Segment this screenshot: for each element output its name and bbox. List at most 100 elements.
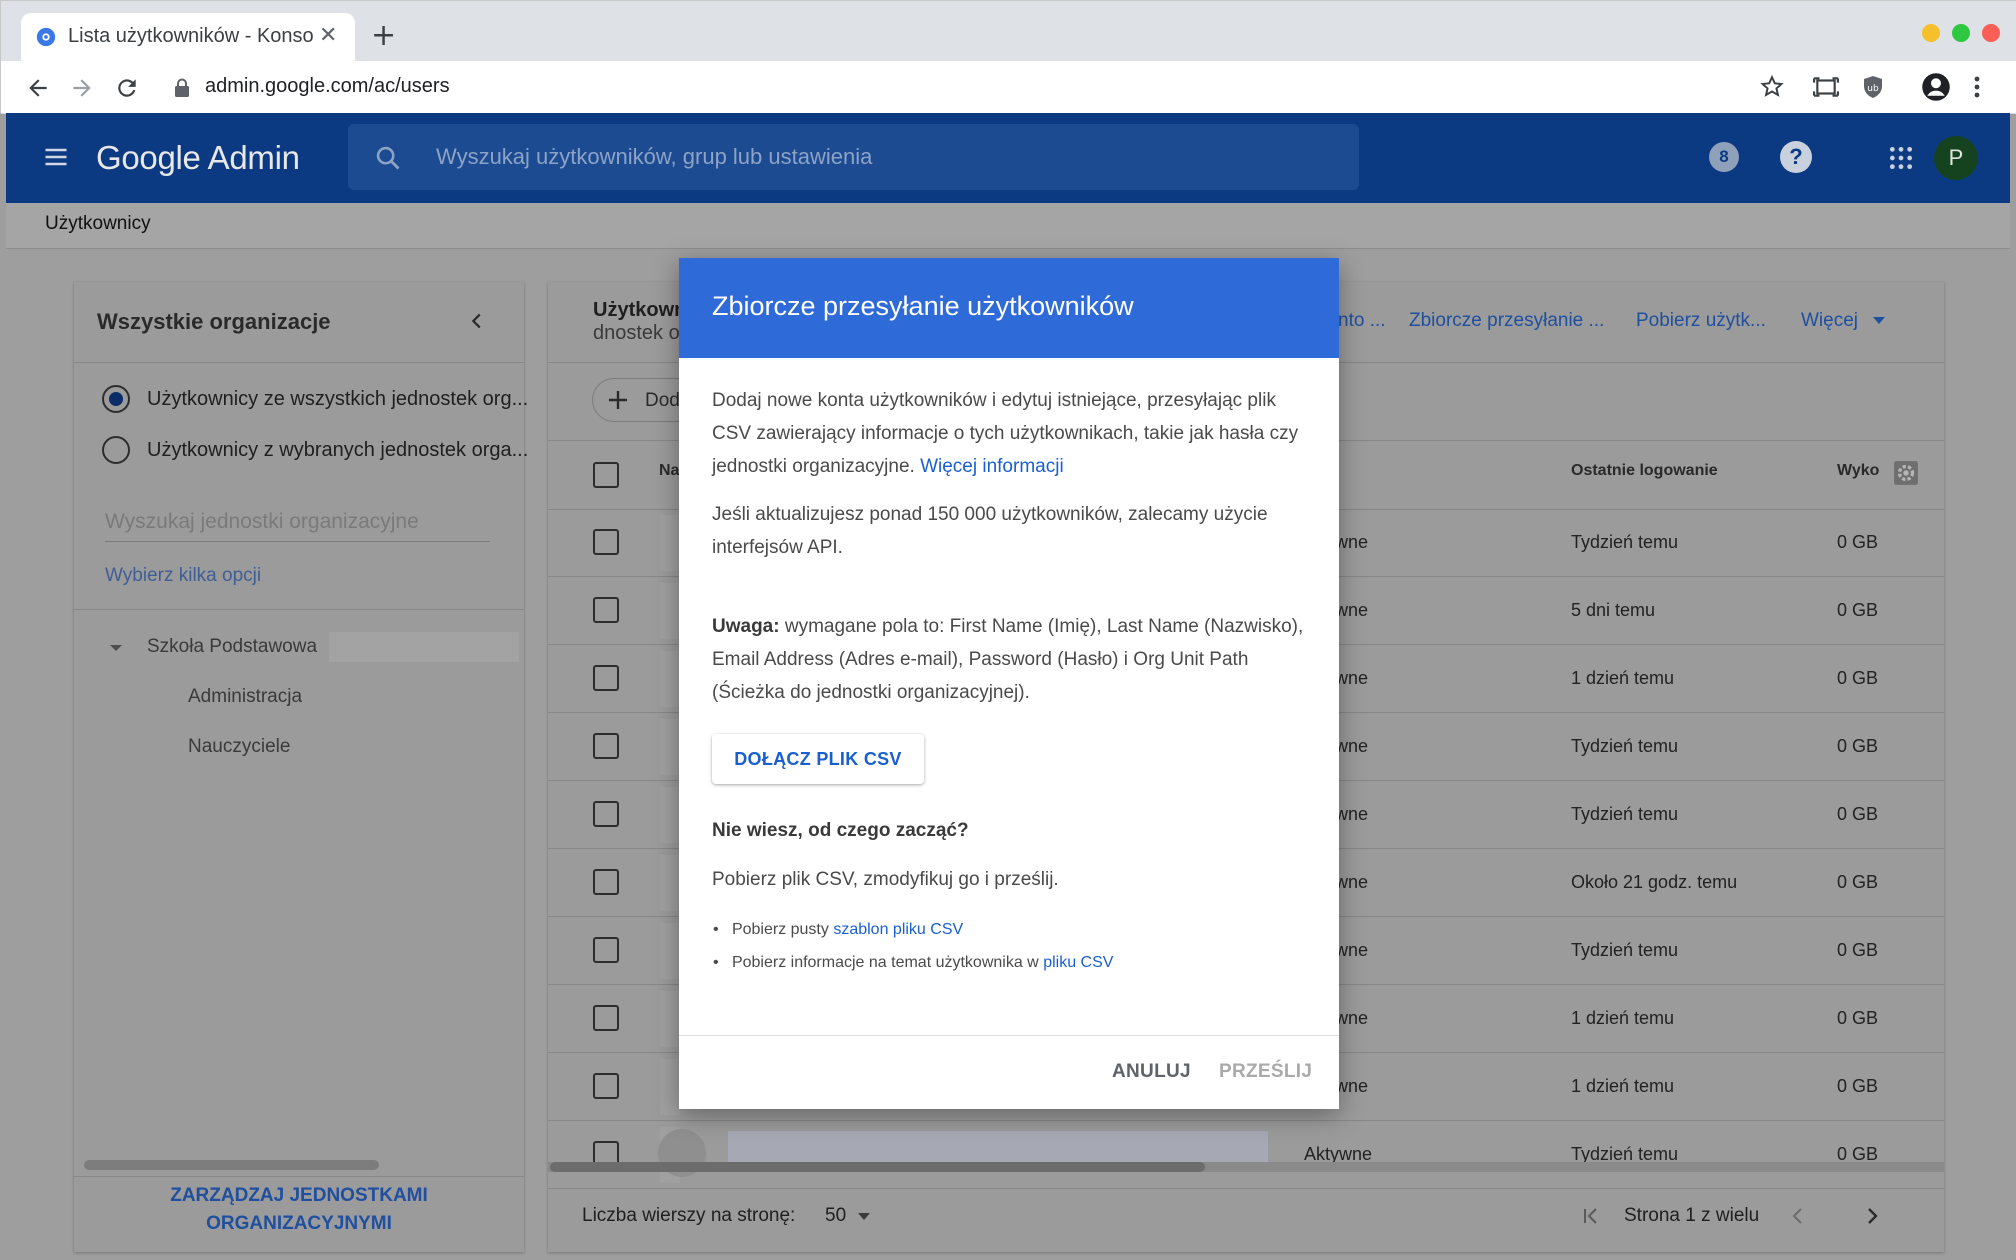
org-unit-search-input[interactable]: Wyszukaj jednostki organizacyjne xyxy=(105,510,419,534)
last-login-cell: 1 dzień temu xyxy=(1571,668,1675,688)
manage-org-units-button-line2[interactable]: ORGANIZACYJNYMI xyxy=(74,1213,524,1235)
column-header-last-login[interactable]: Ostatnie logowanie xyxy=(1571,462,1718,480)
shield-extension-icon[interactable]: ub xyxy=(1861,74,1885,100)
search-bar[interactable]: Wyszukaj użytkowników, grup lub ustawien… xyxy=(348,124,1359,190)
blurred-avatar xyxy=(660,923,680,979)
next-page-icon[interactable] xyxy=(1860,1204,1884,1228)
dialog-footer-divider xyxy=(679,1035,1339,1036)
hamburger-menu-icon[interactable] xyxy=(42,143,70,171)
download-users-link[interactable]: Pobierz użytk... xyxy=(1636,310,1766,332)
radio-selected-units[interactable] xyxy=(102,436,130,464)
avatar[interactable]: P xyxy=(1934,136,1978,180)
manage-org-units-button[interactable]: ZARZĄDZAJ JEDNOSTKAMI xyxy=(74,1185,524,1207)
usage-cell: 0 GB xyxy=(1837,532,1879,552)
star-bookmark-icon[interactable] xyxy=(1759,74,1785,100)
radio-all-units-label[interactable]: Użytkownicy ze wszystkich jednostek org.… xyxy=(147,388,528,411)
action-link-1[interactable]: nto ... xyxy=(1338,310,1386,332)
row-checkbox[interactable] xyxy=(593,1073,619,1099)
help-heading: Nie wiesz, od czego zacząć? xyxy=(712,820,969,841)
forward-arrow-icon[interactable] xyxy=(69,75,95,101)
status-cell: wne xyxy=(1335,940,1369,960)
warning-text: wymagane pola to: First Name (Imię), Las… xyxy=(712,616,1304,703)
last-login-cell: 1 dzień temu xyxy=(1571,1076,1675,1096)
row-checkbox[interactable] xyxy=(593,529,619,555)
table-row[interactable]: Aktywne Tydzień temu 0 GB xyxy=(548,1121,1944,1189)
blurred-avatar xyxy=(660,515,680,571)
usage-cell: 0 GB xyxy=(1837,940,1879,960)
row-checkbox[interactable] xyxy=(593,869,619,895)
address-bar[interactable]: admin.google.com/ac/users xyxy=(205,75,450,98)
screen-capture-icon[interactable] xyxy=(1813,74,1839,100)
tree-item-nauczyciele[interactable]: Nauczyciele xyxy=(188,736,290,758)
search-icon xyxy=(374,144,402,172)
last-login-cell: Tydzień temu xyxy=(1571,736,1679,756)
user-info-csv-link[interactable]: pliku CSV xyxy=(1043,954,1113,971)
tab-close-icon[interactable]: ✕ xyxy=(319,23,337,47)
hourglass-icon[interactable]: 8 xyxy=(1709,142,1739,172)
admin-favicon-icon xyxy=(35,26,57,48)
blurred-avatar xyxy=(660,651,680,707)
breadcrumb[interactable]: Użytkownicy xyxy=(45,213,151,235)
users-panel-subtitle: dnostek o xyxy=(593,322,680,344)
browser-menu-icon[interactable] xyxy=(1973,74,1981,100)
profile-icon[interactable] xyxy=(1921,72,1951,102)
row-checkbox[interactable] xyxy=(593,937,619,963)
collapse-panel-icon[interactable] xyxy=(466,310,488,332)
row-checkbox[interactable] xyxy=(593,1005,619,1031)
browser-tab[interactable]: Lista użytkowników - Konsola administrac… xyxy=(21,13,355,61)
last-login-cell: Tydzień temu xyxy=(1571,940,1679,960)
required-fields-note: Uwaga: wymagane pola to: First Name (Imi… xyxy=(712,610,1312,709)
row-checkbox[interactable] xyxy=(593,733,619,759)
csv-template-link[interactable]: szablon pliku CSV xyxy=(833,921,963,938)
chevron-down-icon[interactable] xyxy=(856,1212,872,1222)
horizontal-scrollbar[interactable] xyxy=(84,1160,379,1170)
cancel-button[interactable]: ANULUJ xyxy=(1112,1061,1191,1083)
last-login-cell: Tydzień temu xyxy=(1571,532,1679,552)
submit-button[interactable]: PRZEŚLIJ xyxy=(1219,1061,1312,1083)
column-header-name[interactable]: Na xyxy=(659,462,679,480)
search-input[interactable]: Wyszukaj użytkowników, grup lub ustawien… xyxy=(436,144,872,170)
tree-item-root[interactable]: Szkoła Podstawowa xyxy=(147,636,317,658)
maximize-window-button[interactable] xyxy=(1952,24,1970,42)
radio-selected-units-label[interactable]: Użytkownicy z wybranych jednostek orga..… xyxy=(147,439,528,462)
chevron-down-icon[interactable] xyxy=(1871,316,1887,326)
divider xyxy=(74,609,524,610)
google-admin-logo[interactable]: Google Admin xyxy=(96,139,300,177)
column-settings-gear-icon[interactable] xyxy=(1893,460,1919,486)
rows-per-page-select[interactable]: 50 xyxy=(825,1205,846,1227)
attach-csv-button[interactable]: DOŁĄCZ PLIK CSV xyxy=(712,734,924,784)
minimize-window-button[interactable] xyxy=(1922,24,1940,42)
list-item: • Pobierz pusty szablon pliku CSV xyxy=(713,921,964,938)
tree-expand-icon[interactable] xyxy=(108,642,124,654)
choose-options-link[interactable]: Wybierz kilka opcji xyxy=(105,565,261,587)
panel-title: Wszystkie organizacje xyxy=(97,309,331,334)
column-header-usage[interactable]: Wyko xyxy=(1837,462,1879,480)
bulk-upload-link[interactable]: Zbiorcze przesyłanie ... xyxy=(1409,310,1604,332)
status-cell: wne xyxy=(1335,668,1369,688)
back-arrow-icon[interactable] xyxy=(25,75,51,101)
previous-page-icon[interactable] xyxy=(1786,1204,1810,1228)
page-indicator: Strona 1 z wielu xyxy=(1624,1205,1760,1226)
select-all-checkbox[interactable] xyxy=(593,462,619,488)
list-item: • Pobierz informacje na temat użytkownik… xyxy=(713,954,1114,971)
divider xyxy=(548,1188,1944,1189)
tab-strip: Lista użytkowników - Konsola administrac… xyxy=(1,1,2016,61)
row-checkbox[interactable] xyxy=(593,597,619,623)
new-tab-button[interactable]: + xyxy=(371,21,396,51)
status-cell: wne xyxy=(1335,736,1369,756)
close-window-button[interactable] xyxy=(1982,24,2000,42)
more-info-link[interactable]: Więcej informacji xyxy=(920,456,1064,477)
apps-grid-icon[interactable] xyxy=(1888,145,1914,171)
horizontal-scrollbar[interactable] xyxy=(550,1162,1205,1172)
last-login-cell: Około 21 godz. temu xyxy=(1571,872,1738,892)
status-cell: wne xyxy=(1335,532,1369,552)
row-checkbox[interactable] xyxy=(593,665,619,691)
radio-all-units[interactable] xyxy=(102,385,130,413)
first-page-icon[interactable] xyxy=(1579,1204,1603,1228)
status-cell: wne xyxy=(1335,872,1369,892)
reload-icon[interactable] xyxy=(114,75,140,101)
row-checkbox[interactable] xyxy=(593,801,619,827)
more-actions-link[interactable]: Więcej xyxy=(1801,310,1858,332)
help-icon[interactable]: ? xyxy=(1780,141,1812,173)
tree-item-administracja[interactable]: Administracja xyxy=(188,686,302,708)
